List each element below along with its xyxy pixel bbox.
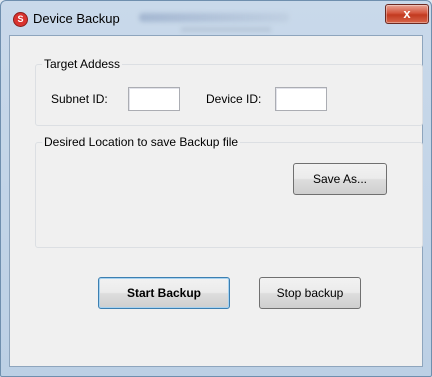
subnet-id-label: Subnet ID:: [51, 92, 108, 106]
backup-location-group-title: Desired Location to save Backup file: [42, 135, 241, 149]
title-bar[interactable]: S Device Backup x: [1, 1, 431, 35]
device-backup-window: S Device Backup x Target Addess Subnet I…: [0, 0, 432, 377]
start-backup-button[interactable]: Start Backup: [98, 277, 230, 309]
blurred-title-detail: [139, 13, 289, 22]
subnet-id-input[interactable]: [128, 87, 180, 111]
dialog-body: Target Addess Subnet ID: Device ID: Desi…: [9, 35, 423, 367]
close-button[interactable]: x: [385, 4, 429, 24]
target-address-group: Target Addess Subnet ID: Device ID:: [35, 57, 423, 126]
window-title: Device Backup: [33, 11, 120, 26]
blurred-title-detail-2: [181, 27, 271, 32]
device-id-input[interactable]: [275, 87, 327, 111]
close-icon: x: [403, 6, 411, 21]
app-icon[interactable]: S: [13, 12, 28, 27]
target-address-group-title: Target Addess: [42, 57, 123, 71]
backup-location-group: Desired Location to save Backup file Sav…: [35, 135, 423, 248]
save-as-button[interactable]: Save As...: [293, 163, 387, 195]
device-id-label: Device ID:: [206, 92, 262, 106]
stop-backup-button[interactable]: Stop backup: [259, 277, 361, 309]
